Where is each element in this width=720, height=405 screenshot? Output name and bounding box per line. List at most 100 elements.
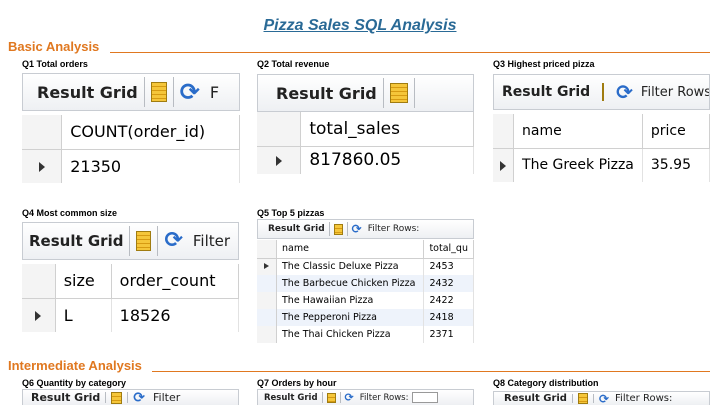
refresh-icon[interactable]: ⟳	[599, 393, 609, 405]
table-cell[interactable]: The Hawaiian Pizza	[276, 292, 425, 309]
q6-result-grid-tab[interactable]: Result Grid	[31, 391, 100, 404]
table-row[interactable]: The Thai Chicken Pizza 2371	[257, 326, 474, 343]
table-header-row: size order_count	[22, 264, 239, 299]
table-row[interactable]: The Barbecue Chicken Pizza 2432	[257, 275, 474, 292]
row-pointer-icon	[275, 155, 282, 166]
row-pointer-icon	[38, 161, 45, 172]
filter-rows-input[interactable]	[412, 392, 439, 403]
table-header-row: name total_qu	[257, 240, 474, 259]
q4-label: Q4 Most common size	[22, 208, 118, 218]
q3-result-grid-tab[interactable]: Result Grid	[502, 84, 590, 100]
table-header-row: COUNT(order_id)	[22, 115, 240, 150]
q5-label: Q5 Top 5 pizzas	[257, 208, 325, 218]
refresh-icon[interactable]: ⟳	[352, 223, 362, 235]
grid-view-icon[interactable]	[333, 223, 343, 235]
q1-result-grid: COUNT(order_id) 21350	[22, 115, 240, 185]
section-basic-heading: Basic Analysis	[8, 39, 100, 54]
table-row[interactable]: L 18526	[22, 298, 239, 332]
table-row[interactable]: The Pepperoni Pizza 2418	[257, 309, 474, 326]
q7-toolbar: Result Grid ⟳ Filter Rows:	[257, 389, 474, 405]
table-row[interactable]: 21350	[22, 149, 240, 183]
column-header[interactable]: COUNT(order_id)	[61, 115, 240, 150]
grid-view-icon[interactable]	[150, 82, 167, 102]
table-cell[interactable]: 2453	[423, 258, 474, 275]
table-row[interactable]: The Classic Deluxe Pizza 2453	[257, 258, 474, 275]
table-row[interactable]: 817860.05	[257, 146, 474, 174]
q3-filter-label: Filter Rows:	[640, 84, 710, 100]
q6-filter-label: Filter	[153, 391, 181, 404]
q2-result-grid: total_sales 817860.05	[257, 112, 474, 176]
q4-toolbar: Result Grid ⟳ Filter	[22, 222, 239, 260]
table-header-row: name price	[493, 114, 710, 149]
table-cell[interactable]: 35.95	[642, 148, 710, 182]
table-row[interactable]: The Hawaiian Pizza 2422	[257, 292, 474, 309]
column-header[interactable]: size	[55, 264, 112, 299]
refresh-icon[interactable]: ⟳	[345, 392, 354, 403]
column-header[interactable]: name	[513, 114, 643, 149]
column-header[interactable]: price	[642, 114, 710, 149]
q7-label: Q7 Orders by hour	[257, 378, 337, 388]
table-cell[interactable]: 817860.05	[300, 146, 474, 174]
refresh-icon[interactable]: ⟳	[616, 82, 633, 102]
table-cell[interactable]: 2422	[423, 292, 474, 309]
q2-toolbar: Result Grid	[257, 74, 474, 112]
q6-label: Q6 Quantity by category	[22, 378, 127, 388]
q2-label: Q2 Total revenue	[257, 59, 330, 69]
refresh-icon[interactable]: ⟳	[180, 80, 200, 104]
row-pointer-icon	[264, 263, 269, 270]
grid-view-icon[interactable]	[111, 391, 123, 404]
q8-label: Q8 Category distribution	[493, 378, 599, 388]
table-cell[interactable]: 2432	[423, 275, 474, 292]
q1-toolbar: Result Grid ⟳ F	[22, 73, 240, 111]
section-intermediate-heading: Intermediate Analysis	[8, 358, 142, 373]
q2-result-grid-tab[interactable]: Result Grid	[276, 84, 377, 103]
grid-view-icon[interactable]	[136, 231, 152, 251]
table-cell[interactable]: The Classic Deluxe Pizza	[276, 258, 425, 275]
q7-result-grid-tab[interactable]: Result Grid	[264, 393, 318, 403]
refresh-icon[interactable]: ⟳	[133, 391, 145, 405]
q1-result-grid-tab[interactable]: Result Grid	[37, 83, 138, 102]
table-header-row: total_sales	[257, 112, 474, 147]
table-cell[interactable]: The Thai Chicken Pizza	[276, 326, 425, 343]
table-cell[interactable]: The Barbecue Chicken Pizza	[276, 275, 425, 292]
q5-toolbar: Result Grid ⟳ Filter Rows:	[257, 219, 474, 239]
row-pointer-icon	[35, 310, 42, 321]
grid-view-icon[interactable]	[326, 392, 336, 403]
grid-view-icon[interactable]	[577, 393, 588, 404]
page-title: Pizza Sales SQL Analysis	[263, 17, 457, 34]
grid-view-icon[interactable]	[389, 83, 408, 103]
q1-filter-label: F	[209, 82, 220, 102]
table-cell[interactable]: 2418	[423, 309, 474, 326]
table-cell[interactable]: 21350	[61, 149, 240, 183]
q4-result-grid: size order_count L 18526	[22, 264, 239, 336]
row-pointer-icon	[500, 160, 506, 171]
column-header[interactable]: order_count	[111, 264, 239, 299]
table-cell[interactable]: L	[55, 298, 112, 332]
q8-filter-label: Filter Rows:	[615, 393, 673, 404]
column-header[interactable]: name	[276, 240, 425, 259]
q4-filter-label: Filter	[192, 232, 231, 250]
grid-view-icon[interactable]	[602, 83, 605, 101]
q5-result-grid-tab[interactable]: Result Grid	[268, 224, 325, 234]
q6-toolbar: Result Grid ⟳ Filter	[22, 389, 239, 405]
table-cell[interactable]: 2371	[423, 326, 474, 343]
q8-toolbar: Result Grid ⟳ Filter Rows:	[493, 391, 710, 405]
q5-filter-label: Filter Rows:	[367, 224, 420, 234]
section-intermediate-divider	[152, 371, 710, 372]
table-cell[interactable]: The Pepperoni Pizza	[276, 309, 425, 326]
q3-label: Q3 Highest priced pizza	[493, 59, 595, 69]
q4-result-grid-tab[interactable]: Result Grid	[29, 232, 123, 250]
table-row[interactable]: The Greek Pizza 35.95	[493, 148, 710, 182]
q7-filter-label: Filter Rows:	[359, 392, 409, 403]
refresh-icon[interactable]: ⟳	[164, 230, 182, 252]
q3-toolbar: Result Grid ⟳ Filter Rows:	[493, 74, 710, 110]
column-header[interactable]: total_sales	[300, 112, 474, 147]
q1-label: Q1 Total orders	[22, 59, 88, 69]
column-header[interactable]: total_qu	[423, 240, 474, 259]
q3-result-grid: name price The Greek Pizza 35.95	[493, 114, 710, 184]
q5-result-grid: name total_qu The Classic Deluxe Pizza 2…	[257, 240, 474, 350]
section-basic-divider	[110, 52, 710, 53]
q8-result-grid-tab[interactable]: Result Grid	[504, 393, 567, 404]
table-cell[interactable]: The Greek Pizza	[513, 148, 643, 182]
table-cell[interactable]: 18526	[111, 298, 239, 332]
